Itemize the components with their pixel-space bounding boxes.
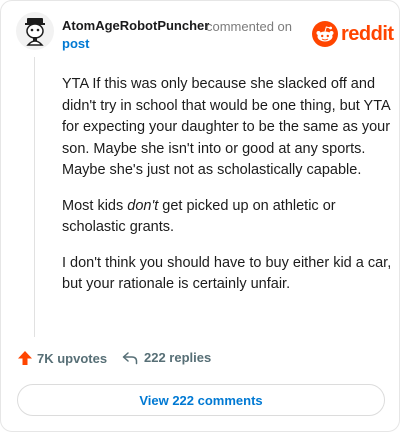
comment-card: AtomAgeRobotPuncher commented on post re… (0, 0, 400, 432)
reply-arrow-icon (122, 351, 138, 364)
upvote-arrow-icon (18, 351, 32, 365)
comment-action-text: commented on (206, 19, 292, 34)
reddit-snoo-icon (312, 21, 338, 47)
view-comments-button[interactable]: View 222 comments (17, 384, 385, 416)
upvote-count: 7K upvotes (37, 350, 108, 366)
comment-paragraph-2-pre: Most kids (62, 197, 128, 214)
reply-count: 222 replies (144, 350, 212, 365)
comment-paragraph-3: I don't think you should have to buy eit… (62, 254, 392, 293)
reddit-wordmark: reddit (341, 22, 394, 45)
comment-paragraph-2-emphasis: don't (127, 197, 159, 214)
reddit-logo[interactable]: reddit (312, 21, 394, 47)
comment-paragraph-1: YTA If this was only because she slacked… (62, 76, 391, 178)
replies-button[interactable]: 222 replies (122, 350, 211, 365)
robot-avatar-icon (16, 12, 54, 50)
thread-line[interactable] (34, 57, 35, 337)
comment-paragraph-2: Most kids don't get picked up on athleti… (62, 196, 392, 239)
upvote-button[interactable]: 7K upvotes (17, 350, 107, 366)
comment-author[interactable]: AtomAgeRobotPuncher (62, 18, 209, 33)
avatar[interactable] (15, 11, 55, 51)
comment-body: YTA If this was only because she slacked… (62, 74, 392, 310)
post-link[interactable]: post (62, 36, 89, 51)
